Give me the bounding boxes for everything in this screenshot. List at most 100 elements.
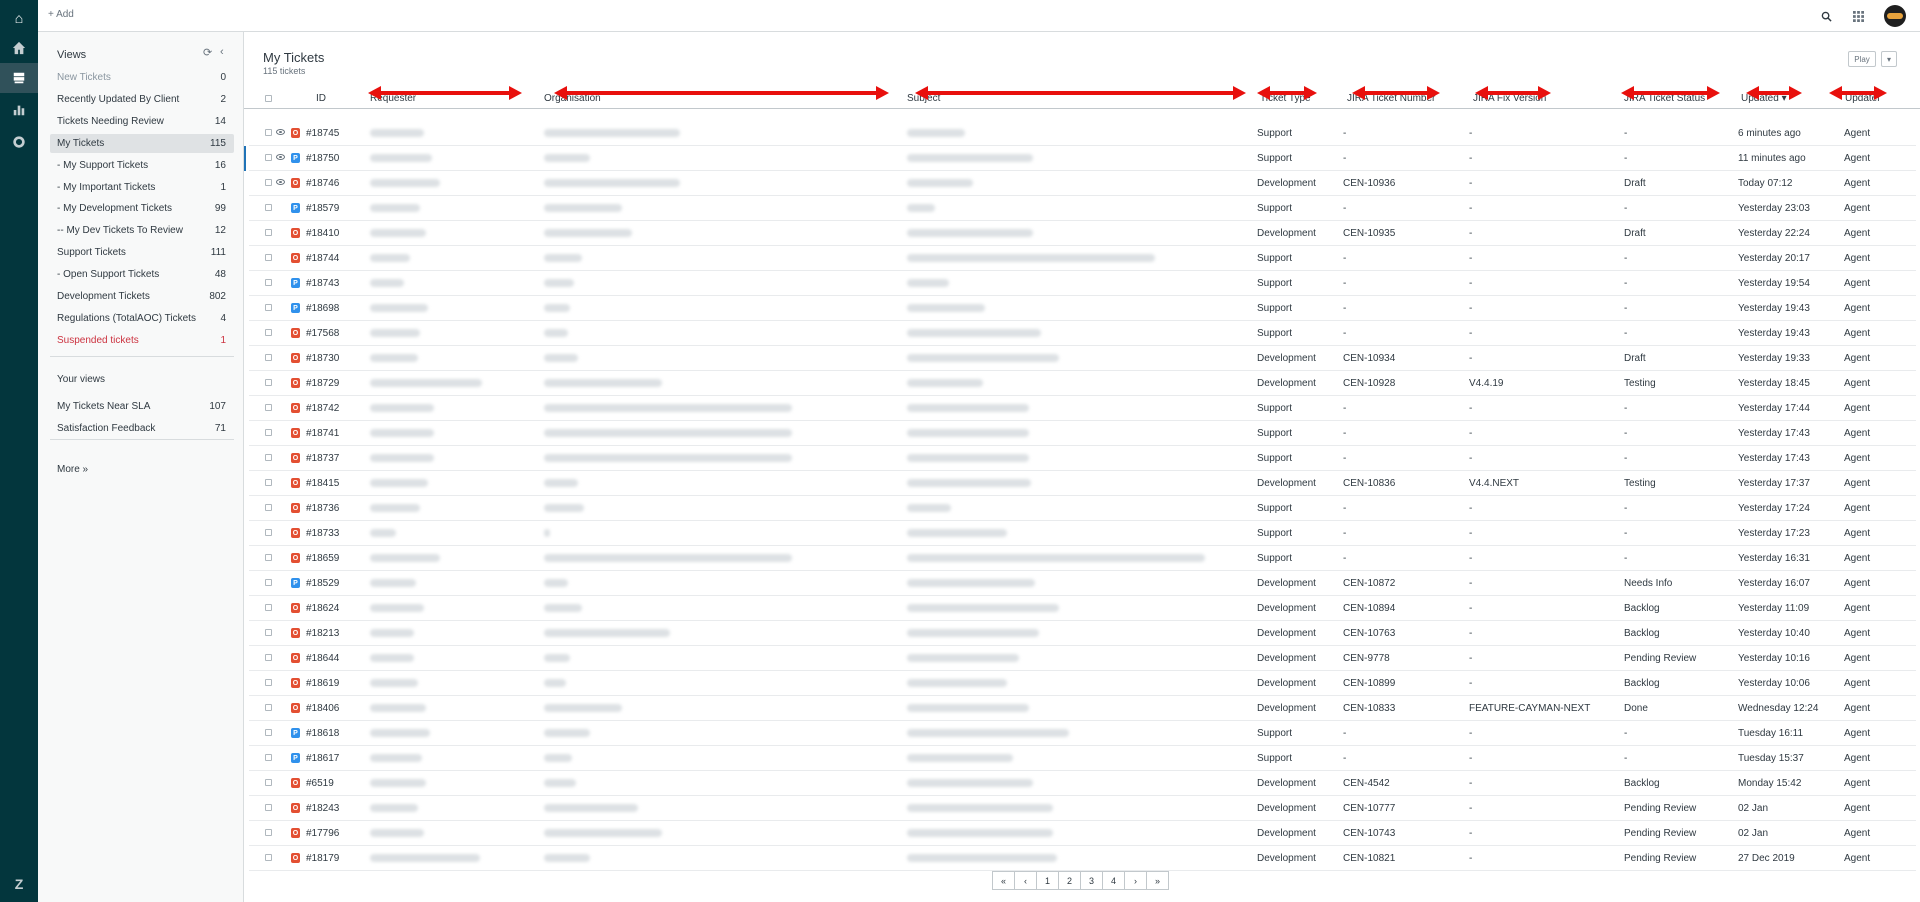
ticket-id[interactable]: #18729 (306, 378, 339, 389)
ticket-id[interactable]: #18746 (306, 178, 339, 189)
table-row[interactable]: O #18733 Support - - - Yesterday 17:23 Agent (249, 521, 1916, 546)
row-checkbox[interactable] (265, 554, 272, 561)
view-item[interactable]: - My Support Tickets 16 (50, 156, 234, 175)
view-item[interactable]: - My Important Tickets 1 (50, 178, 234, 197)
add-button[interactable]: + Add (48, 9, 74, 20)
table-row[interactable]: O #17568 Support - - - Yesterday 19:43 Agent (249, 321, 1916, 346)
table-row[interactable]: P #18529 Development CEN-10872 - Needs Info Ye… (249, 571, 1916, 596)
ticket-id[interactable]: #18736 (306, 503, 339, 514)
row-checkbox[interactable] (265, 354, 272, 361)
row-checkbox[interactable] (265, 654, 272, 661)
more-views-link[interactable]: More » (57, 464, 88, 475)
page-3[interactable]: 3 (1080, 871, 1103, 890)
last-page-button[interactable]: » (1146, 871, 1169, 890)
row-checkbox[interactable] (265, 479, 272, 486)
view-item[interactable]: Support Tickets 111 (50, 243, 234, 262)
table-row[interactable]: O #18745 Support - - - 6 minutes ago Agent (249, 121, 1916, 146)
row-checkbox[interactable] (265, 379, 272, 386)
ticket-id[interactable]: #17796 (306, 828, 339, 839)
row-checkbox[interactable] (265, 704, 272, 711)
table-row[interactable]: O #18729 Development CEN-10928 V4.4.19 Testin… (249, 371, 1916, 396)
row-checkbox[interactable] (265, 429, 272, 436)
table-row[interactable]: P #18579 Support - - - Yesterday 23:03 Agent (249, 196, 1916, 221)
row-checkbox[interactable] (265, 304, 272, 311)
ticket-id[interactable]: #18415 (306, 478, 339, 489)
row-checkbox[interactable] (265, 179, 272, 186)
page-4[interactable]: 4 (1102, 871, 1125, 890)
table-row[interactable]: O #18741 Support - - - Yesterday 17:43 Agent (249, 421, 1916, 446)
reporting-icon[interactable] (0, 95, 38, 125)
ticket-id[interactable]: #18743 (306, 278, 339, 289)
collapse-views-icon[interactable]: ‹ (220, 46, 224, 58)
ticket-id[interactable]: #18737 (306, 453, 339, 464)
ticket-id[interactable]: #18644 (306, 653, 339, 664)
views-icon[interactable] (0, 63, 38, 93)
table-row[interactable]: O #18410 Development CEN-10935 - Draft Yesterd… (249, 221, 1916, 246)
table-row[interactable]: P #18743 Support - - - Yesterday 19:54 Agent (249, 271, 1916, 296)
view-item[interactable]: Development Tickets 802 (50, 287, 234, 306)
view-item[interactable]: New Tickets 0 (50, 68, 234, 87)
row-checkbox[interactable] (265, 229, 272, 236)
table-row[interactable]: O #18730 Development CEN-10934 - Draft Yesterd… (249, 346, 1916, 371)
search-icon[interactable] (1818, 8, 1834, 24)
ticket-id[interactable]: #6519 (306, 778, 334, 789)
view-item[interactable]: - My Development Tickets 99 (50, 199, 234, 218)
table-row[interactable]: P #18698 Support - - - Yesterday 19:43 Agent (249, 296, 1916, 321)
ticket-id[interactable]: #18698 (306, 303, 339, 314)
ticket-id[interactable]: #18619 (306, 678, 339, 689)
table-row[interactable]: O #18213 Development CEN-10763 - Backlog Yeste… (249, 621, 1916, 646)
ticket-id[interactable]: #18410 (306, 228, 339, 239)
next-page-button[interactable]: › (1124, 871, 1147, 890)
table-row[interactable]: O #18243 Development CEN-10777 - Pending Revi… (249, 796, 1916, 821)
table-row[interactable]: O #18744 Support - - - Yesterday 20:17 Agent (249, 246, 1916, 271)
ticket-id[interactable]: #18529 (306, 578, 339, 589)
row-checkbox[interactable] (265, 129, 272, 136)
table-row[interactable]: P #18750 Support - - - 11 minutes ago Agent (244, 146, 1916, 171)
table-row[interactable]: O #18746 Development CEN-10936 - Draft Today 0… (249, 171, 1916, 196)
ticket-id[interactable]: #18624 (306, 603, 339, 614)
play-button[interactable]: Play (1848, 51, 1876, 67)
view-item[interactable]: My Tickets 115 (50, 133, 234, 153)
ticket-id[interactable]: #18213 (306, 628, 339, 639)
row-checkbox[interactable] (265, 629, 272, 636)
row-checkbox[interactable] (265, 804, 272, 811)
row-checkbox[interactable] (265, 679, 272, 686)
row-checkbox[interactable] (265, 454, 272, 461)
ticket-id[interactable]: #17568 (306, 328, 339, 339)
view-item[interactable]: Tickets Needing Review 14 (50, 112, 234, 131)
row-checkbox[interactable] (265, 579, 272, 586)
row-checkbox[interactable] (265, 204, 272, 211)
table-row[interactable]: O #18659 Support - - - Yesterday 16:31 Agent (249, 546, 1916, 571)
admin-gear-icon[interactable] (0, 127, 38, 157)
page-2[interactable]: 2 (1058, 871, 1081, 890)
table-row[interactable]: O #18406 Development CEN-10833 FEATURE-CAYMA… (249, 696, 1916, 721)
row-checkbox[interactable] (265, 754, 272, 761)
ticket-id[interactable]: #18179 (306, 853, 339, 864)
select-all-checkbox[interactable] (265, 95, 272, 102)
table-row[interactable]: P #18618 Support - - - Tuesday 16:11 Agent (249, 721, 1916, 746)
table-row[interactable]: O #18415 Development CEN-10836 V4.4.NEXT Test… (249, 471, 1916, 496)
ticket-id[interactable]: #18579 (306, 203, 339, 214)
row-checkbox[interactable] (265, 854, 272, 861)
ticket-id[interactable]: #18733 (306, 528, 339, 539)
page-1[interactable]: 1 (1036, 871, 1059, 890)
ticket-id[interactable]: #18659 (306, 553, 339, 564)
ticket-id[interactable]: #18243 (306, 803, 339, 814)
user-avatar[interactable] (1884, 5, 1906, 27)
ticket-id[interactable]: #18617 (306, 753, 339, 764)
table-row[interactable]: O #18644 Development CEN-9778 - Pending Revie… (249, 646, 1916, 671)
prev-page-button[interactable]: ‹ (1014, 871, 1037, 890)
ticket-id[interactable]: #18744 (306, 253, 339, 264)
ticket-id[interactable]: #18750 (306, 153, 339, 164)
table-row[interactable]: O #18742 Support - - - Yesterday 17:44 Agent (249, 396, 1916, 421)
table-row[interactable]: P #18617 Support - - - Tuesday 15:37 Agent (249, 746, 1916, 771)
view-item[interactable]: Satisfaction Feedback 71 (50, 419, 234, 438)
table-row[interactable]: O #18624 Development CEN-10894 - Backlog Yeste… (249, 596, 1916, 621)
table-row[interactable]: O #6519 Development CEN-4542 - Backlog Monday … (249, 771, 1916, 796)
row-checkbox[interactable] (265, 504, 272, 511)
play-dropdown-icon[interactable]: ▾ (1881, 51, 1897, 67)
view-item[interactable]: Regulations (TotalAOC) Tickets 4 (50, 309, 234, 328)
view-item[interactable]: Recently Updated By Client 2 (50, 90, 234, 109)
column-id[interactable]: ID (316, 93, 326, 104)
view-item[interactable]: Suspended tickets 1 (50, 331, 234, 350)
